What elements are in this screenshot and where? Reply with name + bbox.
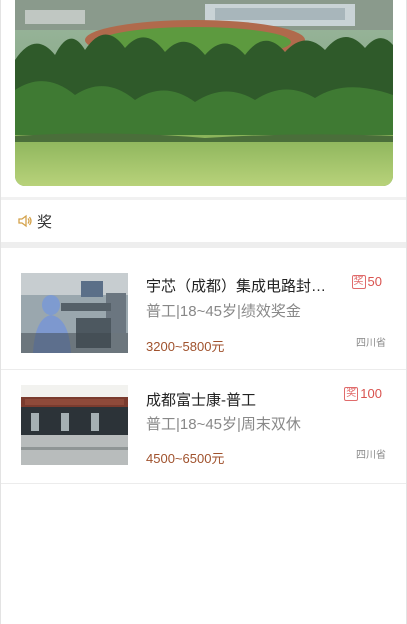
job-tags: 普工|18~45岁|绩效奖金 (146, 303, 301, 320)
reward-tag: 奖 50 (351, 274, 382, 289)
reward-badge: 奖 (351, 274, 366, 289)
job-thumbnail (21, 273, 128, 353)
job-tags: 普工|18~45岁|周末双休 (146, 416, 301, 433)
job-salary: 3200~5800元 (146, 339, 225, 354)
job-location: 四川省 (356, 338, 386, 349)
job-list-item[interactable]: 宇芯（成都）集成电路封… 奖 50 普工|18~45岁|绩效奖金 3200~58… (1, 255, 406, 370)
job-list-item[interactable]: 成都富士康-普工 奖 100 普工|18~45岁|周末双休 4500~6500元… (1, 369, 406, 484)
job-salary: 4500~6500元 (146, 451, 225, 466)
factory-gate-image (21, 385, 128, 465)
factory-worker-image (21, 273, 128, 353)
reward-amount: 50 (367, 274, 382, 289)
section-divider (1, 242, 406, 248)
job-title: 宇芯（成都）集成电路封… (146, 278, 327, 295)
job-thumbnail (21, 385, 128, 465)
reward-amount: 100 (360, 386, 382, 401)
job-title: 成都富士康-普工 (146, 392, 256, 409)
reward-tag: 奖 100 (344, 386, 382, 401)
notice-bar[interactable]: 奖 (1, 200, 406, 242)
notice-text: 奖 (37, 213, 53, 231)
job-location: 四川省 (356, 450, 386, 461)
banner-image (15, 0, 393, 186)
speaker-icon (18, 214, 32, 228)
reward-badge: 奖 (344, 386, 359, 401)
campus-banner[interactable] (15, 0, 393, 186)
